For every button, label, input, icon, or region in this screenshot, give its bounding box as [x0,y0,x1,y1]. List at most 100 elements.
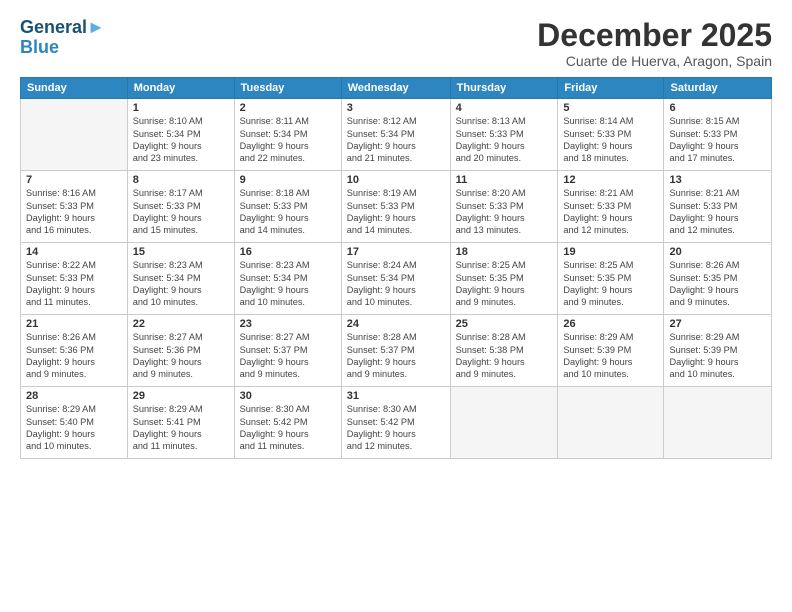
logo-text: General► [20,18,105,38]
day-info: Sunrise: 8:15 AMSunset: 5:33 PMDaylight:… [669,115,766,165]
calendar-cell: 5Sunrise: 8:14 AMSunset: 5:33 PMDaylight… [558,99,664,171]
day-info: Sunrise: 8:28 AMSunset: 5:38 PMDaylight:… [456,331,553,381]
day-number: 18 [456,246,553,258]
day-number: 7 [26,174,122,186]
calendar-cell: 22Sunrise: 8:27 AMSunset: 5:36 PMDayligh… [127,315,234,387]
calendar-cell: 30Sunrise: 8:30 AMSunset: 5:42 PMDayligh… [234,387,341,459]
day-number: 28 [26,390,122,402]
calendar-cell: 19Sunrise: 8:25 AMSunset: 5:35 PMDayligh… [558,243,664,315]
day-info: Sunrise: 8:19 AMSunset: 5:33 PMDaylight:… [347,187,445,237]
day-number: 11 [456,174,553,186]
weekday-header-wednesday: Wednesday [341,78,450,99]
day-info: Sunrise: 8:30 AMSunset: 5:42 PMDaylight:… [240,403,336,453]
day-number: 2 [240,102,336,114]
day-number: 10 [347,174,445,186]
weekday-header-sunday: Sunday [21,78,128,99]
calendar-cell: 15Sunrise: 8:23 AMSunset: 5:34 PMDayligh… [127,243,234,315]
day-info: Sunrise: 8:27 AMSunset: 5:36 PMDaylight:… [133,331,229,381]
title-block: December 2025 Cuarte de Huerva, Aragon, … [537,18,772,69]
day-number: 4 [456,102,553,114]
day-number: 16 [240,246,336,258]
day-info: Sunrise: 8:26 AMSunset: 5:36 PMDaylight:… [26,331,122,381]
calendar-cell: 31Sunrise: 8:30 AMSunset: 5:42 PMDayligh… [341,387,450,459]
day-info: Sunrise: 8:17 AMSunset: 5:33 PMDaylight:… [133,187,229,237]
calendar-cell: 14Sunrise: 8:22 AMSunset: 5:33 PMDayligh… [21,243,128,315]
day-number: 5 [563,102,658,114]
day-info: Sunrise: 8:18 AMSunset: 5:33 PMDaylight:… [240,187,336,237]
day-number: 24 [347,318,445,330]
calendar-cell: 13Sunrise: 8:21 AMSunset: 5:33 PMDayligh… [664,171,772,243]
calendar-cell: 16Sunrise: 8:23 AMSunset: 5:34 PMDayligh… [234,243,341,315]
day-number: 15 [133,246,229,258]
calendar-cell: 23Sunrise: 8:27 AMSunset: 5:37 PMDayligh… [234,315,341,387]
day-number: 6 [669,102,766,114]
day-number: 29 [133,390,229,402]
page: General► Blue December 2025 Cuarte de Hu… [0,0,792,612]
day-info: Sunrise: 8:12 AMSunset: 5:34 PMDaylight:… [347,115,445,165]
calendar-cell [450,387,558,459]
calendar-cell: 18Sunrise: 8:25 AMSunset: 5:35 PMDayligh… [450,243,558,315]
day-number: 25 [456,318,553,330]
day-info: Sunrise: 8:28 AMSunset: 5:37 PMDaylight:… [347,331,445,381]
calendar-cell: 6Sunrise: 8:15 AMSunset: 5:33 PMDaylight… [664,99,772,171]
calendar-cell: 25Sunrise: 8:28 AMSunset: 5:38 PMDayligh… [450,315,558,387]
day-number: 12 [563,174,658,186]
week-row-2: 7Sunrise: 8:16 AMSunset: 5:33 PMDaylight… [21,171,772,243]
calendar-cell: 12Sunrise: 8:21 AMSunset: 5:33 PMDayligh… [558,171,664,243]
calendar-cell [664,387,772,459]
weekday-header-thursday: Thursday [450,78,558,99]
day-info: Sunrise: 8:25 AMSunset: 5:35 PMDaylight:… [456,259,553,309]
day-number: 27 [669,318,766,330]
location: Cuarte de Huerva, Aragon, Spain [537,53,772,69]
day-info: Sunrise: 8:27 AMSunset: 5:37 PMDaylight:… [240,331,336,381]
logo: General► Blue [20,18,105,58]
day-info: Sunrise: 8:29 AMSunset: 5:41 PMDaylight:… [133,403,229,453]
day-info: Sunrise: 8:25 AMSunset: 5:35 PMDaylight:… [563,259,658,309]
calendar-cell: 4Sunrise: 8:13 AMSunset: 5:33 PMDaylight… [450,99,558,171]
day-info: Sunrise: 8:29 AMSunset: 5:39 PMDaylight:… [563,331,658,381]
day-number: 3 [347,102,445,114]
calendar-cell: 8Sunrise: 8:17 AMSunset: 5:33 PMDaylight… [127,171,234,243]
day-number: 1 [133,102,229,114]
month-title: December 2025 [537,18,772,53]
day-number: 26 [563,318,658,330]
day-info: Sunrise: 8:14 AMSunset: 5:33 PMDaylight:… [563,115,658,165]
calendar-cell: 1Sunrise: 8:10 AMSunset: 5:34 PMDaylight… [127,99,234,171]
calendar-cell: 21Sunrise: 8:26 AMSunset: 5:36 PMDayligh… [21,315,128,387]
day-info: Sunrise: 8:30 AMSunset: 5:42 PMDaylight:… [347,403,445,453]
day-number: 19 [563,246,658,258]
day-info: Sunrise: 8:23 AMSunset: 5:34 PMDaylight:… [133,259,229,309]
day-info: Sunrise: 8:20 AMSunset: 5:33 PMDaylight:… [456,187,553,237]
day-number: 13 [669,174,766,186]
day-number: 17 [347,246,445,258]
weekday-header-saturday: Saturday [664,78,772,99]
day-info: Sunrise: 8:29 AMSunset: 5:40 PMDaylight:… [26,403,122,453]
day-info: Sunrise: 8:10 AMSunset: 5:34 PMDaylight:… [133,115,229,165]
day-number: 8 [133,174,229,186]
day-info: Sunrise: 8:22 AMSunset: 5:33 PMDaylight:… [26,259,122,309]
calendar-cell: 28Sunrise: 8:29 AMSunset: 5:40 PMDayligh… [21,387,128,459]
header: General► Blue December 2025 Cuarte de Hu… [20,18,772,69]
day-number: 9 [240,174,336,186]
day-number: 22 [133,318,229,330]
calendar-cell: 20Sunrise: 8:26 AMSunset: 5:35 PMDayligh… [664,243,772,315]
day-info: Sunrise: 8:21 AMSunset: 5:33 PMDaylight:… [563,187,658,237]
week-row-1: 1Sunrise: 8:10 AMSunset: 5:34 PMDaylight… [21,99,772,171]
week-row-5: 28Sunrise: 8:29 AMSunset: 5:40 PMDayligh… [21,387,772,459]
day-info: Sunrise: 8:11 AMSunset: 5:34 PMDaylight:… [240,115,336,165]
calendar-table: SundayMondayTuesdayWednesdayThursdayFrid… [20,77,772,459]
calendar-cell: 2Sunrise: 8:11 AMSunset: 5:34 PMDaylight… [234,99,341,171]
calendar-cell: 17Sunrise: 8:24 AMSunset: 5:34 PMDayligh… [341,243,450,315]
day-number: 21 [26,318,122,330]
week-row-4: 21Sunrise: 8:26 AMSunset: 5:36 PMDayligh… [21,315,772,387]
day-info: Sunrise: 8:26 AMSunset: 5:35 PMDaylight:… [669,259,766,309]
calendar-cell: 26Sunrise: 8:29 AMSunset: 5:39 PMDayligh… [558,315,664,387]
weekday-header-row: SundayMondayTuesdayWednesdayThursdayFrid… [21,78,772,99]
week-row-3: 14Sunrise: 8:22 AMSunset: 5:33 PMDayligh… [21,243,772,315]
day-number: 14 [26,246,122,258]
calendar-cell: 27Sunrise: 8:29 AMSunset: 5:39 PMDayligh… [664,315,772,387]
calendar-cell: 29Sunrise: 8:29 AMSunset: 5:41 PMDayligh… [127,387,234,459]
calendar-cell: 10Sunrise: 8:19 AMSunset: 5:33 PMDayligh… [341,171,450,243]
day-number: 30 [240,390,336,402]
day-info: Sunrise: 8:21 AMSunset: 5:33 PMDaylight:… [669,187,766,237]
